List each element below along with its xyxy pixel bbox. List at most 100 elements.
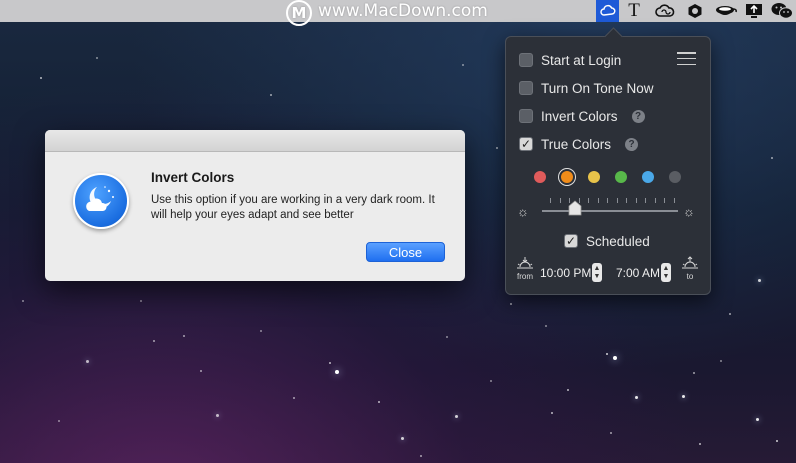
star (567, 389, 569, 391)
sunset-from-icon: from (515, 256, 535, 281)
invert-colors-dialog: Invert Colors Use this option if you are… (45, 130, 465, 281)
slider-tick (626, 198, 627, 203)
turn-on-tone-option[interactable]: Turn On Tone Now (519, 79, 654, 97)
star (756, 418, 759, 421)
star (613, 356, 617, 360)
star (329, 362, 331, 364)
true-colors-help-icon[interactable]: ? (625, 137, 639, 151)
slider-tick (673, 198, 675, 203)
color-swatch[interactable] (615, 171, 627, 183)
watermark: M www.MacDown.com (286, 0, 488, 26)
to-label: to (686, 272, 694, 281)
invert-colors-option[interactable]: Invert Colors ? (519, 107, 645, 125)
menu-hamburger-icon[interactable] (677, 52, 696, 65)
scheduled-option[interactable]: ✓ Scheduled (564, 232, 650, 250)
star (776, 440, 778, 442)
color-swatch[interactable] (561, 171, 573, 183)
close-button[interactable]: Close (366, 242, 445, 262)
star (462, 64, 464, 66)
dialog-titlebar (45, 130, 465, 152)
dialog-title: Invert Colors (151, 170, 235, 185)
star (510, 303, 512, 305)
slider-tick (645, 198, 646, 203)
star (58, 420, 60, 422)
sun-bright-icon: ☼ (683, 204, 695, 219)
tone-app-logo-icon (73, 173, 129, 229)
star (216, 414, 219, 417)
star (140, 300, 142, 302)
star (682, 395, 685, 398)
star (153, 340, 155, 342)
star (455, 415, 458, 418)
from-time[interactable]: 10:00 PM (540, 266, 591, 280)
true-colors-label: True Colors (541, 136, 612, 152)
star (490, 380, 492, 382)
slider-tick (654, 198, 656, 203)
tone-app-icon[interactable] (596, 0, 619, 22)
star (40, 77, 42, 79)
sun-dim-icon: ☼ (517, 204, 529, 219)
star (446, 336, 448, 338)
start-at-login-checkbox[interactable] (519, 53, 533, 67)
app-hexagon-icon[interactable] (686, 0, 704, 22)
invert-colors-help-icon[interactable]: ? (631, 109, 645, 123)
star (693, 372, 695, 374)
star (610, 432, 612, 434)
star (420, 455, 422, 457)
slider-tick (588, 198, 589, 203)
coffee-cup-icon[interactable] (713, 0, 739, 22)
start-at-login-label: Start at Login (541, 52, 622, 68)
to-time-stepper[interactable]: ▲ ▼ (661, 263, 671, 282)
star (771, 157, 773, 159)
watermark-logo: M (286, 0, 312, 26)
star (545, 325, 547, 327)
star (260, 330, 262, 332)
color-swatch[interactable] (642, 171, 654, 183)
slider-tick (597, 198, 599, 203)
star (270, 94, 272, 96)
intensity-slider-thumb[interactable] (567, 200, 583, 216)
from-time-stepper[interactable]: ▲ ▼ (592, 263, 602, 282)
star (729, 313, 731, 315)
to-time[interactable]: 7:00 AM (616, 266, 660, 280)
from-label: from (517, 272, 533, 281)
star (378, 401, 380, 403)
star (96, 57, 98, 59)
true-colors-option[interactable]: ✓ True Colors ? (519, 135, 639, 153)
dialog-message: Use this option if you are working in a … (151, 194, 435, 221)
color-swatch[interactable] (588, 171, 600, 183)
screen-upload-icon[interactable] (744, 0, 764, 22)
start-at-login-option[interactable]: Start at Login (519, 51, 621, 69)
slider-tick (607, 198, 608, 203)
turn-on-tone-checkbox[interactable] (519, 81, 533, 95)
star (22, 300, 24, 302)
star (86, 360, 89, 363)
star (720, 360, 722, 362)
true-colors-checkbox[interactable]: ✓ (519, 137, 533, 151)
star (496, 147, 498, 149)
star (183, 335, 185, 337)
menu-bar: M www.MacDown.com T (0, 0, 796, 26)
slider-tick (559, 198, 561, 203)
star (635, 396, 638, 399)
tone-settings-popover: Start at Login Turn On Tone Now Invert C… (505, 36, 711, 295)
turn-on-tone-label: Turn On Tone Now (541, 80, 654, 96)
star (293, 397, 295, 399)
star (699, 443, 701, 445)
scheduled-checkbox[interactable]: ✓ (564, 234, 578, 248)
creative-cloud-icon[interactable] (654, 0, 676, 22)
scheduled-label: Scheduled (586, 233, 650, 249)
wechat-icon[interactable] (770, 0, 794, 22)
color-swatch[interactable] (534, 171, 546, 183)
slider-tick (550, 198, 551, 203)
slider-tick (635, 198, 637, 203)
color-swatch[interactable] (669, 171, 681, 183)
slider-tick (664, 198, 665, 203)
star (551, 412, 553, 414)
slider-tick (616, 198, 618, 203)
invert-colors-label: Invert Colors (541, 108, 618, 124)
text-icon[interactable]: T (624, 0, 644, 22)
watermark-text: www.MacDown.com (318, 1, 488, 21)
intensity-slider-track[interactable] (542, 210, 678, 212)
invert-colors-checkbox[interactable] (519, 109, 533, 123)
